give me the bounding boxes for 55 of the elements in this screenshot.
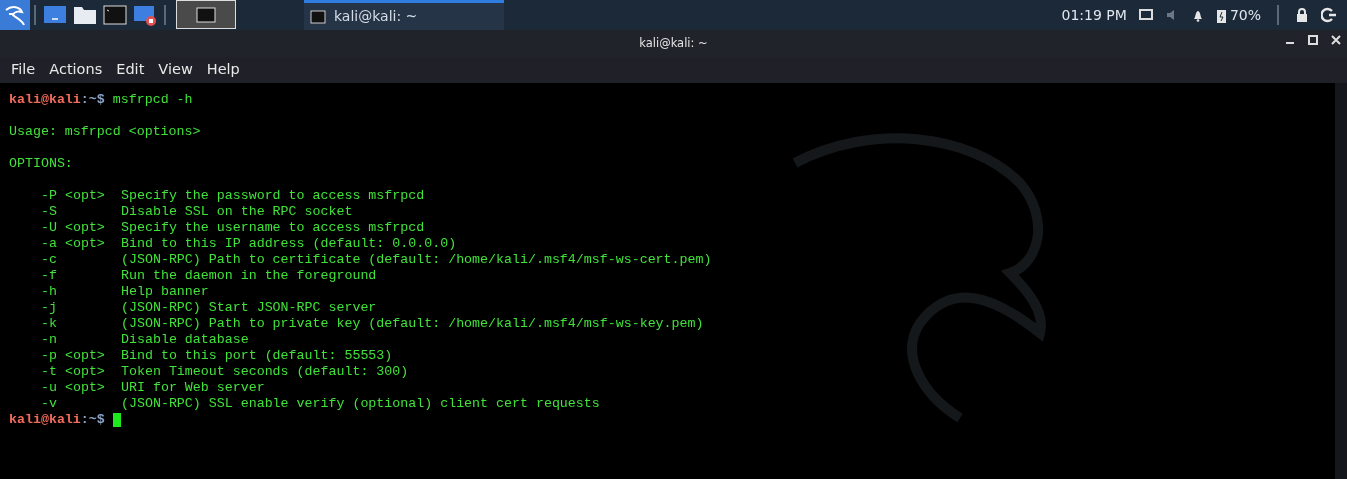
option-description: Disable database <box>121 332 249 348</box>
option-label: -S <box>41 204 58 220</box>
task-button[interactable]: kali@kali: ~ <box>304 0 504 30</box>
option-description: Specify the username to access msfrpcd <box>121 220 425 236</box>
menu-item[interactable]: File <box>4 57 43 83</box>
option-description: (JSON-RPC) Start JSON-RPC server <box>121 300 377 316</box>
menu-item[interactable]: View <box>151 57 200 83</box>
menu-item[interactable]: Actions <box>42 57 110 83</box>
option-description: Token Timeout seconds (default: 300) <box>121 364 409 380</box>
option-description: (JSON-RPC) Path to private key (default: /home/kali/.msf4/msf-ws-key.pem) <box>121 316 704 332</box>
terminal-icon[interactable] <box>103 3 127 27</box>
option-description: Run the daemon in the foreground <box>121 268 377 284</box>
scrollbar[interactable] <box>1335 83 1347 479</box>
menu-item[interactable]: Help <box>199 57 247 83</box>
option-label: -c <box>41 252 58 268</box>
option-description: Specify the password to access msfrpcd <box>121 188 425 204</box>
option-description: URI for Web server <box>121 380 265 396</box>
battery-text: 70% <box>1229 5 1261 25</box>
screen-recorder-icon[interactable] <box>133 3 157 27</box>
option-label: -n <box>41 332 58 348</box>
option-description: Bind to this IP address (default: 0.0.0.0) <box>121 236 457 252</box>
command-text: msfrpcd -h <box>112 92 193 108</box>
app-menu-icon[interactable] <box>0 0 30 30</box>
option-label: -t <opt> <box>41 364 106 380</box>
option-description: Bind to this port (default: 55553) <box>121 348 393 364</box>
option-description: (JSON-RPC) Path to certificate (default: /home/kali/.msf4/msf-ws-cert.pem) <box>121 252 712 268</box>
option-label: -k <box>41 316 58 332</box>
display-icon[interactable] <box>1138 9 1153 21</box>
terminal-icon <box>196 6 216 23</box>
option-label: -h <box>41 284 58 300</box>
option-label: -u <opt> <box>41 380 106 396</box>
menu-item[interactable]: Edit <box>109 57 152 83</box>
option-description: Help banner <box>121 284 209 300</box>
close-icon[interactable] <box>1331 35 1341 45</box>
option-label: -P <opt> <box>41 188 106 204</box>
output-text: OPTIONS: <box>9 156 73 172</box>
option-label: -p <opt> <box>41 348 106 364</box>
option-label: -U <opt> <box>41 220 106 236</box>
option-label: -v <box>41 396 58 412</box>
option-label: -a <opt> <box>41 236 106 252</box>
clock-text: 01:19 PM <box>1061 5 1127 25</box>
terminal-icon <box>310 9 326 24</box>
window-title: kali@kali: ~ <box>639 34 708 52</box>
prompt-text: kali@kali:~$ <box>9 412 105 428</box>
workspace-button[interactable] <box>176 0 236 29</box>
output-text: Usage: msfrpcd <options> <box>9 124 201 140</box>
prompt-text: kali@kali:~$ <box>9 92 105 108</box>
option-label: -j <box>41 300 58 316</box>
option-description: (JSON-RPC) SSL enable verify (optional) client cert requests <box>121 396 600 412</box>
maximize-icon[interactable] <box>1308 35 1318 45</box>
lock-icon[interactable] <box>1295 7 1309 23</box>
battery-icon[interactable] <box>1216 7 1226 23</box>
option-label: -f <box>41 268 58 284</box>
option-description: Disable SSL on the RPC socket <box>121 204 353 220</box>
logout-icon[interactable] <box>1321 7 1337 23</box>
